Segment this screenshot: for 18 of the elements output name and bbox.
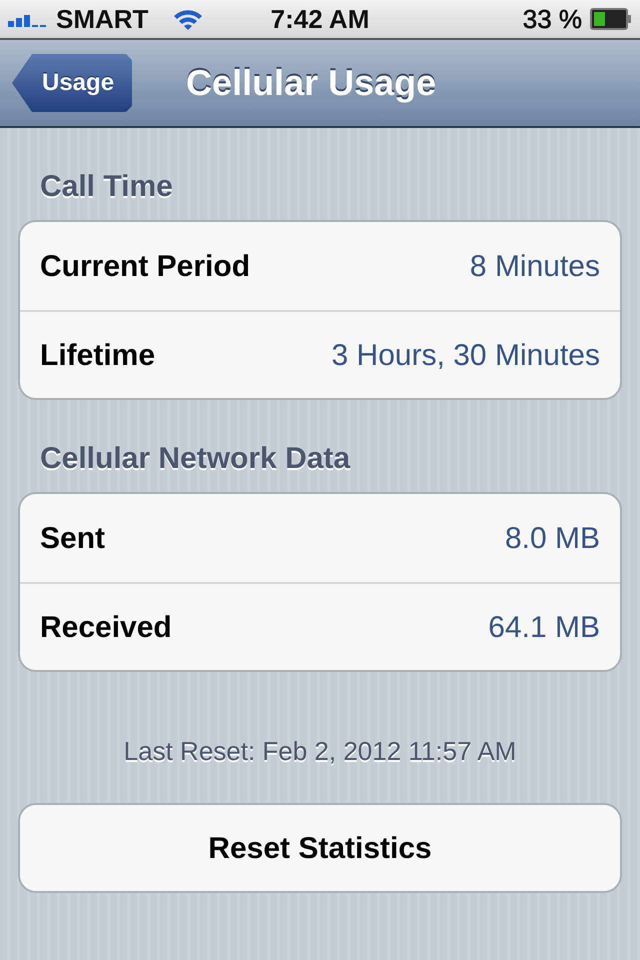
row-label: Lifetime (40, 338, 156, 374)
status-time: 7:42 AM (270, 4, 370, 34)
back-button[interactable]: Usage (12, 54, 132, 112)
row-value: 8 Minutes (470, 248, 600, 284)
row-value: 8.0 MB (504, 520, 600, 556)
carrier-name: SMART (56, 2, 148, 36)
row-label: Current Period (40, 248, 250, 284)
reset-statistics-button[interactable]: Reset Statistics (18, 803, 622, 893)
row-label: Received (40, 610, 172, 646)
last-reset-text: Last Reset: Feb 2, 2012 11:57 AM (122, 735, 518, 768)
row-value: 3 Hours, 30 Minutes (332, 338, 600, 374)
nav-title: Cellular Usage (186, 61, 436, 105)
row-value: 64.1 MB (488, 610, 600, 646)
battery-percent: 33 % (522, 2, 582, 36)
battery-icon (590, 8, 632, 30)
section-header: Call Time (40, 170, 173, 203)
section-header: Cellular Network Data (40, 442, 350, 475)
row-label: Sent (40, 520, 106, 556)
